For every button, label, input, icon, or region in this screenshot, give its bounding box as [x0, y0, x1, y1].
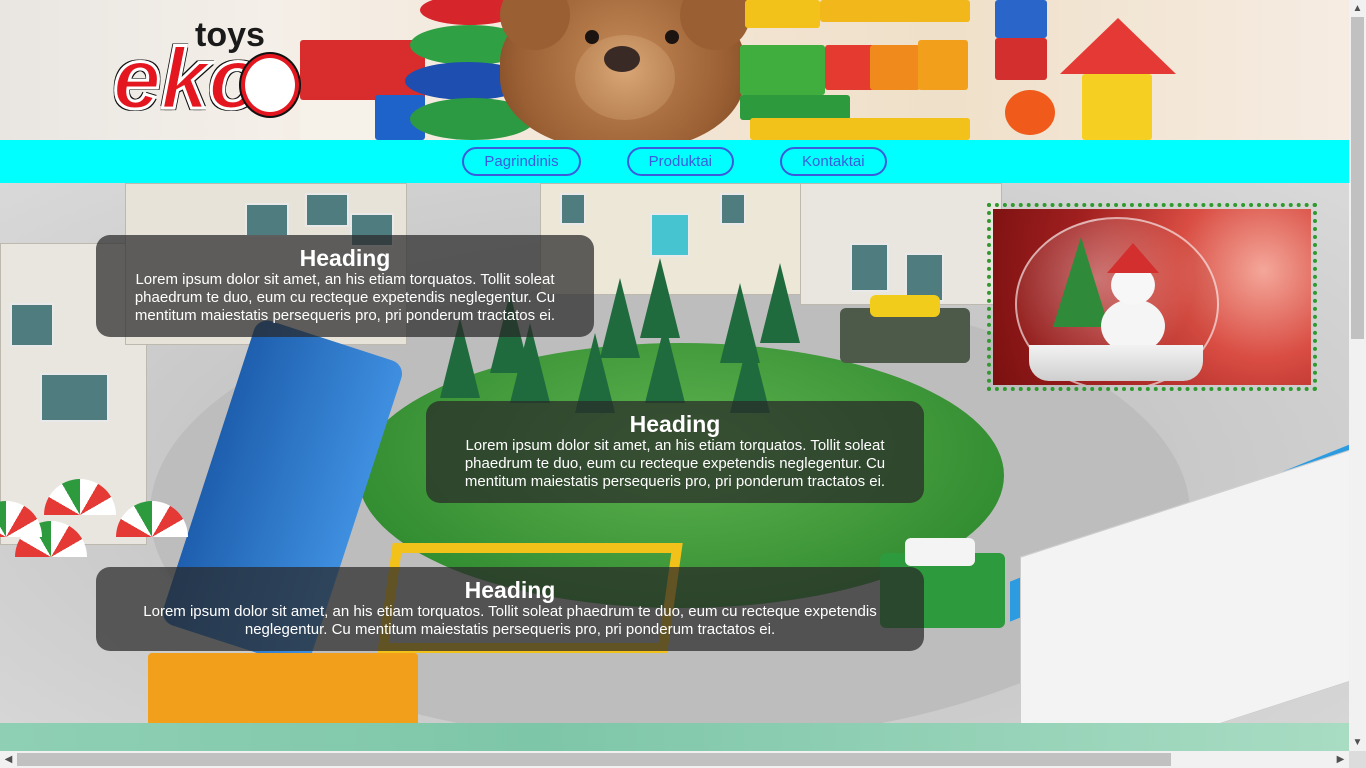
info-panel-3: Heading Lorem ipsum dolor sit amet, an h… [96, 567, 924, 651]
panel-heading: Heading [299, 245, 391, 271]
teddy-bear-eye [665, 30, 679, 44]
police-car-roof [905, 538, 975, 566]
lego-brick-decoration [740, 95, 850, 120]
teddy-bear-nose [604, 46, 640, 72]
building-orange-decoration [148, 653, 418, 723]
lego-brick-decoration [995, 0, 1047, 38]
lego-brick-decoration [750, 118, 970, 140]
info-panel-1: Heading Lorem ipsum dolor sit amet, an h… [96, 235, 594, 337]
building-window [305, 193, 349, 227]
header-banner: toys eko [0, 0, 1349, 140]
panel-text: Lorem ipsum dolor sit amet, an his etiam… [464, 437, 886, 490]
vertical-scrollbar[interactable]: ▲ ▼ [1349, 0, 1366, 751]
info-panel-2: Heading Lorem ipsum dolor sit amet, an h… [426, 401, 924, 503]
santa-hat-icon [1107, 243, 1159, 273]
tree-decoration [645, 323, 685, 403]
panel-heading: Heading [464, 577, 556, 603]
panel-heading: Heading [629, 411, 721, 437]
nav-item-kontaktai[interactable]: Kontaktai [780, 147, 887, 176]
tree-decoration [760, 263, 800, 343]
footer-strip [0, 723, 1349, 751]
puzzle-icon [241, 54, 299, 116]
main-navigation: Pagrindinis Produktai Kontaktai [0, 140, 1349, 183]
building-window [850, 243, 889, 292]
lego-brick-decoration [870, 45, 920, 90]
lego-brick-decoration [995, 38, 1047, 80]
snow-globe-base [1029, 345, 1203, 381]
building-window [560, 193, 586, 225]
teddy-bear-eye [585, 30, 599, 44]
panel-text: Lorem ipsum dolor sit amet, an his etiam… [143, 603, 877, 638]
scroll-right-icon[interactable]: ▶ [1332, 751, 1349, 768]
site-logo[interactable]: toys eko [111, 16, 303, 127]
building-window [40, 373, 109, 422]
yellow-block-decoration [1082, 74, 1152, 140]
car-decoration [870, 295, 940, 317]
snow-globe-image-frame [987, 203, 1317, 391]
triangle-block-decoration [1060, 18, 1176, 74]
lego-brick-decoration [745, 0, 820, 28]
building-decoration [800, 183, 1002, 305]
tree-decoration [600, 278, 640, 358]
scroll-down-icon[interactable]: ▼ [1349, 734, 1366, 751]
lego-brick-decoration [820, 0, 970, 22]
scroll-left-icon[interactable]: ◀ [0, 751, 17, 768]
lego-brick-decoration [918, 40, 968, 90]
horizontal-scroll-thumb[interactable] [17, 753, 1171, 766]
scroll-up-icon[interactable]: ▲ [1349, 0, 1366, 17]
lego-brick-decoration [740, 45, 825, 95]
snow-globe-image [993, 209, 1311, 385]
horizontal-scrollbar[interactable]: ◀ ▶ [0, 751, 1349, 768]
lego-brick-decoration [1005, 90, 1055, 135]
lego-brick-decoration [825, 45, 875, 90]
building-window [650, 213, 690, 257]
nav-item-produktai[interactable]: Produktai [626, 147, 735, 176]
building-window [245, 203, 289, 237]
panel-text: Lorem ipsum dolor sit amet, an his etiam… [134, 271, 556, 324]
toy-block-decoration [300, 40, 425, 100]
nav-item-pagrindinis[interactable]: Pagrindinis [462, 147, 581, 176]
logo-eko-text: eko [111, 31, 262, 127]
toy-block-decoration [300, 100, 375, 140]
building-window [720, 193, 746, 225]
page-viewport: toys eko Pagrindinis Produktai Kontaktai [0, 0, 1349, 751]
globe-tree-icon [1053, 237, 1109, 327]
vertical-scroll-thumb[interactable] [1351, 17, 1364, 339]
building-window [10, 303, 54, 347]
scrollbar-corner [1349, 751, 1366, 768]
